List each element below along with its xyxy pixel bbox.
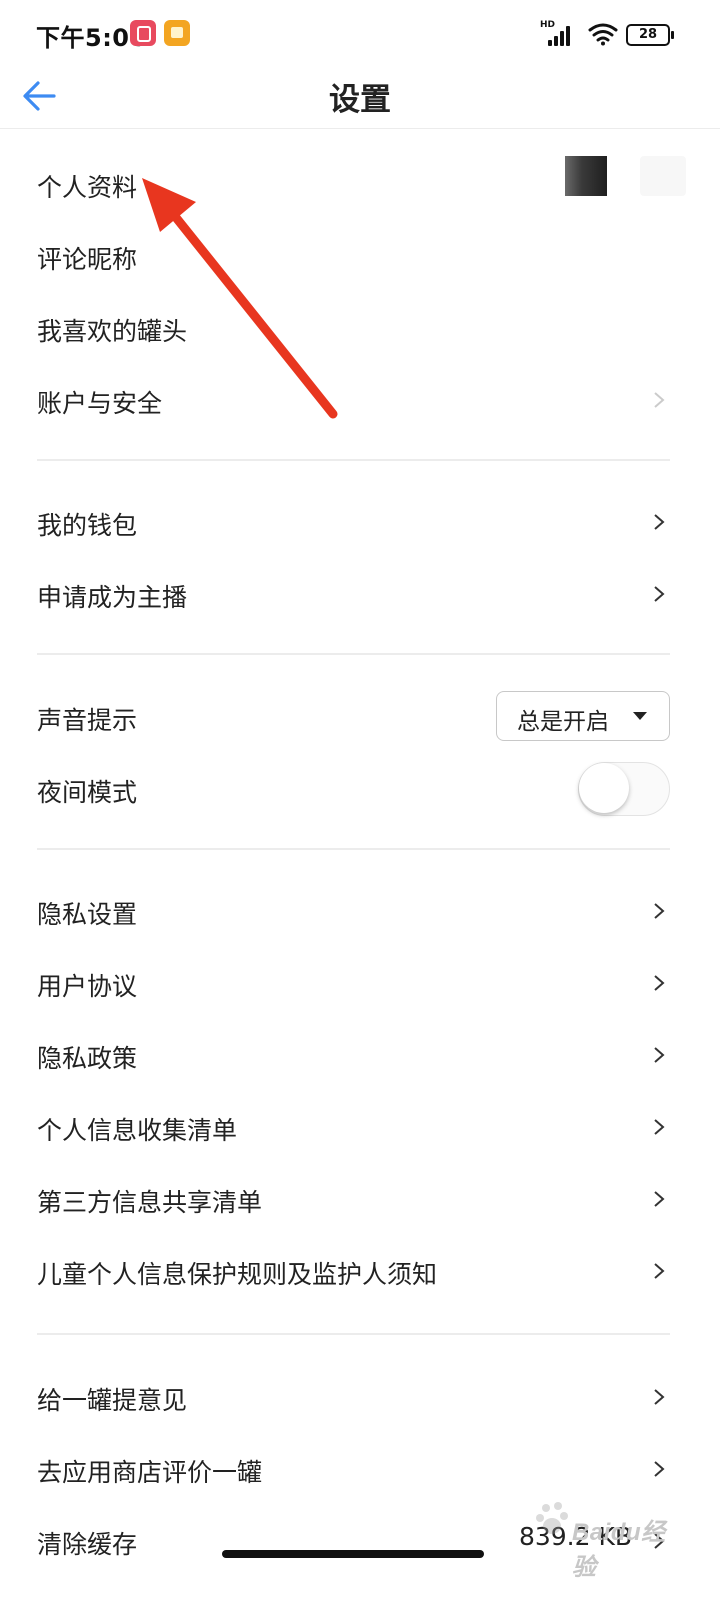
- night-mode-toggle[interactable]: [578, 762, 670, 816]
- section-divider: [37, 653, 670, 655]
- chevron-right-icon: [654, 1461, 665, 1477]
- settings-item-wallet[interactable]: 我的钱包: [37, 492, 670, 552]
- message-notification-icon: [164, 20, 190, 46]
- chevron-right-icon: [654, 1047, 665, 1063]
- settings-item-become-host[interactable]: 申请成为主播: [37, 564, 670, 624]
- page-title: 设置: [329, 82, 391, 118]
- home-indicator[interactable]: [222, 1550, 484, 1558]
- wifi-icon: [588, 23, 618, 46]
- status-bar: 下午5:06 HD 28: [0, 0, 720, 64]
- settings-item-label: 隐私政策: [37, 1044, 138, 1073]
- signal-icon: [548, 24, 576, 46]
- profile-thumbnail: [640, 156, 686, 196]
- settings-item-label: 用户协议: [37, 972, 138, 1001]
- settings-item-personal-info-list[interactable]: 个人信息收集清单: [37, 1097, 670, 1157]
- settings-item-children-privacy[interactable]: 儿童个人信息保护规则及监护人须知: [37, 1241, 670, 1301]
- app-notification-icon: [130, 20, 156, 46]
- chevron-right-icon: [654, 392, 665, 408]
- settings-item-user-agreement[interactable]: 用户协议: [37, 953, 670, 1013]
- settings-item-rate-app[interactable]: 去应用商店评价一罐: [37, 1439, 670, 1499]
- settings-item-label: 我喜欢的罐头: [37, 317, 188, 346]
- settings-item-night-mode: 夜间模式: [37, 759, 670, 819]
- watermark: Baidu经验: [528, 1496, 688, 1581]
- settings-item-label: 评论昵称: [37, 245, 138, 274]
- section-divider: [37, 1333, 670, 1335]
- settings-item-label: 账户与安全: [37, 389, 163, 418]
- settings-item-privacy-policy[interactable]: 隐私政策: [37, 1025, 670, 1085]
- settings-item-label: 清除缓存: [37, 1530, 138, 1559]
- watermark-text: Baidu经验: [572, 1519, 666, 1581]
- section-divider: [37, 459, 670, 461]
- settings-item-label: 申请成为主播: [37, 583, 188, 612]
- settings-item-account-security[interactable]: 账户与安全: [37, 370, 670, 430]
- settings-item-feedback[interactable]: 给一罐提意见: [37, 1367, 670, 1427]
- paw-logo-icon: [536, 1502, 568, 1534]
- toggle-knob: [579, 763, 629, 813]
- chevron-right-icon: [654, 903, 665, 919]
- dropdown-value: 总是开启: [517, 709, 609, 735]
- chevron-right-icon: [654, 514, 665, 530]
- battery-icon: 28: [626, 24, 674, 46]
- chevron-right-icon: [654, 975, 665, 991]
- chevron-right-icon: [654, 1191, 665, 1207]
- section-divider: [37, 848, 670, 850]
- caret-down-icon: [633, 712, 647, 720]
- chevron-right-icon: [654, 586, 665, 602]
- settings-item-label: 隐私设置: [37, 900, 138, 929]
- settings-item-comment-nickname[interactable]: 评论昵称: [37, 226, 670, 286]
- settings-item-privacy-settings[interactable]: 隐私设置: [37, 881, 670, 941]
- settings-item-label: 个人资料: [37, 173, 138, 202]
- settings-item-label: 去应用商店评价一罐: [37, 1458, 263, 1487]
- settings-item-label: 给一罐提意见: [37, 1386, 188, 1415]
- app-header: 设置: [0, 64, 720, 129]
- settings-item-favorites[interactable]: 我喜欢的罐头: [37, 298, 670, 358]
- settings-item-label: 我的钱包: [37, 511, 138, 540]
- settings-item-label: 声音提示: [37, 706, 138, 735]
- chevron-right-icon: [654, 1263, 665, 1279]
- settings-item-third-party-sharing[interactable]: 第三方信息共享清单: [37, 1169, 670, 1229]
- chevron-right-icon: [654, 1119, 665, 1135]
- sound-alert-dropdown[interactable]: 总是开启: [496, 691, 670, 741]
- settings-item-label: 第三方信息共享清单: [37, 1188, 263, 1217]
- settings-item-label: 儿童个人信息保护规则及监护人须知: [37, 1260, 438, 1289]
- settings-item-label: 个人信息收集清单: [37, 1116, 238, 1145]
- chevron-right-icon: [654, 1389, 665, 1405]
- avatar: [565, 156, 607, 196]
- settings-item-label: 夜间模式: [37, 778, 138, 807]
